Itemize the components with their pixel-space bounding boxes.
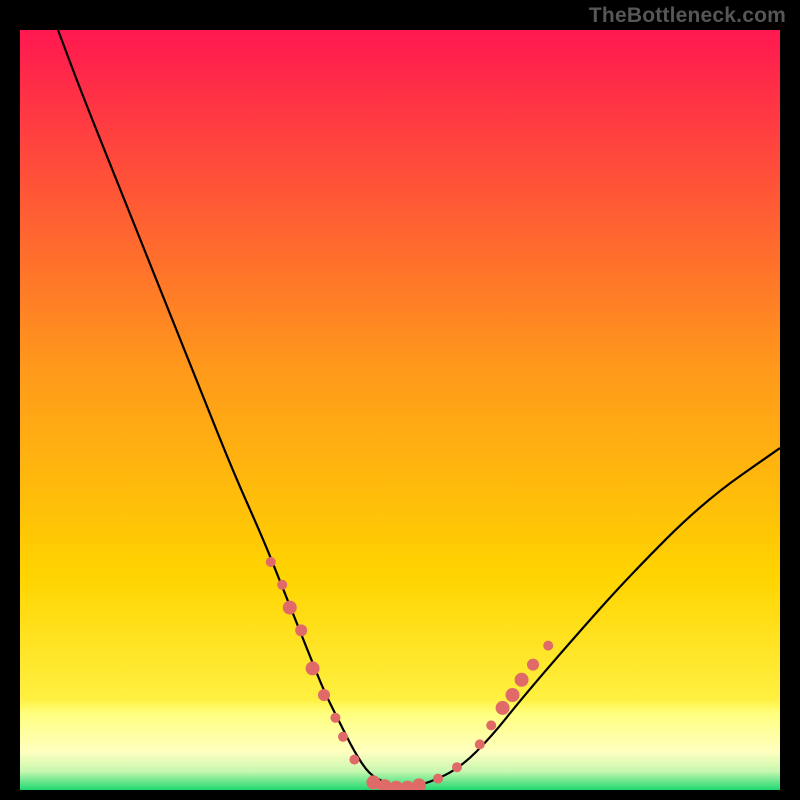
chart-frame [20,30,780,790]
data-point [277,580,287,590]
data-point [496,701,510,715]
data-point [452,762,462,772]
data-point [283,601,297,615]
data-point [306,661,320,675]
data-point [475,739,485,749]
data-point [506,688,520,702]
data-point [349,755,359,765]
chart-background [20,30,780,790]
data-point [486,720,496,730]
data-point [295,624,307,636]
data-point [338,732,348,742]
bottleneck-chart [20,30,780,790]
data-point [266,557,276,567]
data-point [318,689,330,701]
data-point [330,713,340,723]
data-point [515,673,529,687]
data-point [543,641,553,651]
watermark-text: TheBottleneck.com [589,4,786,28]
data-point [527,659,539,671]
data-point [433,774,443,784]
